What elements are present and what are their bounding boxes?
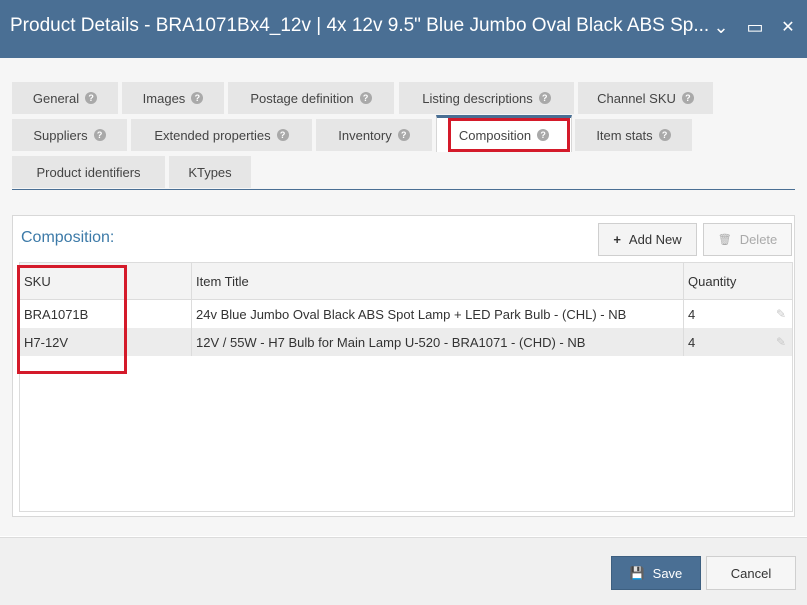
delete-label: Delete: [739, 232, 778, 247]
column-header-sku[interactable]: SKU: [24, 274, 51, 289]
composition-panel: Composition: + Add New 🗑 Delete SKU Item…: [12, 215, 795, 517]
help-icon: ?: [397, 129, 410, 141]
tab-channel-sku[interactable]: Channel SKU?: [578, 82, 713, 114]
dialog-footer: 💾 Save Cancel: [0, 537, 807, 605]
tab-label: Listing descriptions: [422, 90, 533, 106]
help-icon: ?: [191, 92, 204, 104]
window-titlebar: Product Details - BRA1071Bx4_12v | 4x 12…: [0, 0, 807, 58]
cell-quantity: 4: [688, 335, 696, 350]
edit-icon[interactable]: ✎: [776, 335, 788, 349]
column-header-quantity[interactable]: Quantity: [688, 274, 736, 289]
tab-listing-descriptions[interactable]: Listing descriptions?: [399, 82, 574, 114]
help-icon: ?: [658, 129, 671, 141]
tab-ktypes[interactable]: KTypes: [169, 156, 251, 188]
plus-icon: +: [613, 232, 621, 247]
tab-label: Postage definition: [250, 90, 354, 106]
tabs-baseline: [12, 189, 795, 190]
tab-suppliers[interactable]: Suppliers?: [12, 119, 127, 151]
tab-item-stats[interactable]: Item stats?: [575, 119, 692, 151]
grid-header: SKU Item Title Quantity: [20, 263, 792, 300]
tab-label: Extended properties: [154, 127, 271, 143]
trash-icon: 🗑: [717, 234, 732, 246]
add-new-button[interactable]: + Add New: [598, 223, 697, 256]
help-icon: ?: [359, 92, 372, 104]
cell-sku: H7-12V: [24, 335, 69, 350]
cell-item-title: 24v Blue Jumbo Oval Black ABS Spot Lamp …: [196, 307, 627, 322]
cancel-label: Cancel: [730, 565, 772, 581]
help-icon: ?: [537, 129, 550, 141]
tab-label: KTypes: [188, 164, 232, 180]
cancel-button[interactable]: Cancel: [706, 556, 796, 590]
tab-label: General: [32, 90, 80, 106]
save-icon: 💾: [629, 566, 645, 580]
window-title: Product Details - BRA1071Bx4_12v | 4x 12…: [10, 15, 710, 36]
tab-postage-definition[interactable]: Postage definition?: [228, 82, 394, 114]
help-icon: ?: [538, 92, 551, 104]
edit-icon[interactable]: ✎: [776, 307, 788, 321]
maximize-icon[interactable]: ▭: [744, 16, 766, 38]
minimize-icon[interactable]: ⌄: [710, 16, 732, 38]
tab-label: Inventory: [338, 127, 392, 143]
tab-label: Channel SKU: [597, 90, 676, 106]
tab-label: Images: [142, 90, 186, 106]
tab-label: Composition: [458, 127, 532, 143]
help-icon: ?: [85, 92, 98, 104]
column-header-item-title[interactable]: Item Title: [196, 274, 249, 289]
save-button[interactable]: 💾 Save: [611, 556, 701, 590]
tab-inventory[interactable]: Inventory?: [316, 119, 432, 151]
tab-extended-properties[interactable]: Extended properties?: [131, 119, 312, 151]
composition-grid: SKU Item Title Quantity BRA1071B 24v Blu…: [19, 262, 793, 512]
table-row[interactable]: BRA1071B 24v Blue Jumbo Oval Black ABS S…: [20, 300, 792, 329]
delete-button[interactable]: 🗑 Delete: [703, 223, 792, 256]
help-icon: ?: [681, 92, 694, 104]
close-icon[interactable]: ✕: [777, 16, 799, 38]
tab-product-identifiers[interactable]: Product identifiers: [12, 156, 165, 188]
tab-label: Product identifiers: [36, 164, 141, 180]
column-divider: [683, 263, 684, 356]
save-label: Save: [652, 565, 683, 581]
cell-sku: BRA1071B: [24, 307, 89, 322]
column-divider: [191, 263, 192, 356]
add-new-label: Add New: [628, 232, 682, 247]
cell-quantity: 4: [688, 307, 696, 322]
cell-item-title: 12V / 55W - H7 Bulb for Main Lamp U-520 …: [196, 335, 586, 350]
tab-label: Item stats: [596, 127, 653, 143]
help-icon: ?: [276, 129, 289, 141]
table-row[interactable]: H7-12V 12V / 55W - H7 Bulb for Main Lamp…: [20, 328, 792, 356]
help-icon: ?: [93, 129, 106, 141]
panel-title: Composition:: [21, 229, 115, 246]
tab-composition[interactable]: Composition?: [436, 115, 572, 152]
tab-images[interactable]: Images?: [122, 82, 224, 114]
tab-general[interactable]: General?: [12, 82, 118, 114]
tab-label: Suppliers: [33, 127, 88, 143]
